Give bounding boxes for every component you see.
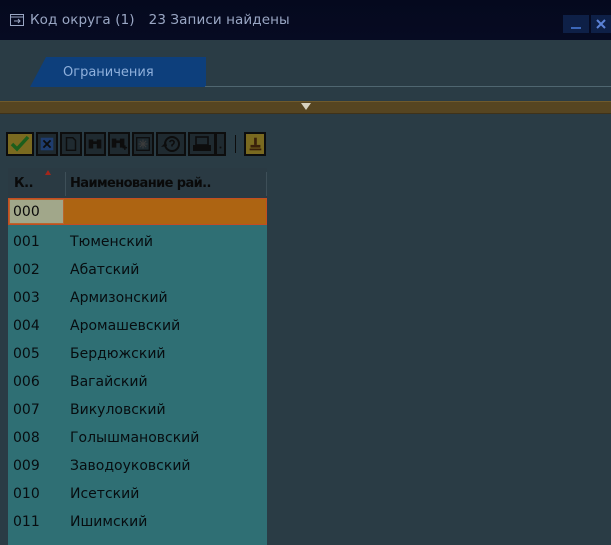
table-row[interactable]: 010 Исетский — [8, 479, 267, 507]
results-table: К.. Наименование рай.. 000 001 Тюменский… — [0, 168, 611, 545]
table-body: 000 001 Тюменский 002 Абатский 003 Армиз… — [8, 198, 267, 545]
row-code: 006 — [13, 374, 40, 390]
close-icon — [596, 19, 606, 29]
row-code: 004 — [13, 318, 40, 334]
adhoc-help-button[interactable] — [244, 132, 266, 156]
row-name: Тюменский — [70, 234, 154, 250]
row-code: 009 — [13, 458, 40, 474]
table-row[interactable]: 005 Бердюжский — [8, 339, 267, 367]
multiple-selection-button[interactable] — [132, 132, 154, 156]
multiple-selection-icon — [136, 137, 150, 151]
print-options-button[interactable] — [216, 132, 226, 156]
find-next-icon — [111, 138, 128, 150]
minimize-button[interactable] — [563, 15, 589, 33]
table-row[interactable]: 002 Абатский — [8, 255, 267, 283]
row-code: 005 — [13, 346, 40, 362]
sort-ascending-icon — [45, 170, 51, 175]
collapse-bar — [0, 98, 611, 120]
records-found-text: 23 Записи найдены — [148, 12, 290, 28]
row-code: 007 — [13, 402, 40, 418]
row-code: 011 — [13, 514, 40, 530]
row-name: Викуловский — [70, 402, 166, 418]
window-title: Код округа (1) 23 Записи найдены — [30, 12, 290, 28]
table-row[interactable]: 007 Викуловский — [8, 395, 267, 423]
minimize-icon — [571, 27, 581, 29]
print-dropdown-icon — [219, 146, 222, 149]
tab-restrictions-label: Ограничения — [63, 64, 154, 80]
table-row[interactable]: 008 Голышмановский — [8, 423, 267, 451]
help-icon — [161, 136, 180, 152]
collapse-arrow-icon — [301, 103, 311, 110]
toolbar-separator — [235, 135, 236, 153]
row-code: 003 — [13, 290, 40, 306]
find-icon — [88, 139, 102, 149]
column-resize-handle[interactable] — [65, 172, 66, 196]
toolbar — [0, 120, 611, 168]
title-bar: Код округа (1) 23 Записи найдены — [0, 0, 611, 40]
row-name: Бердюжский — [70, 346, 166, 362]
row-code: 010 — [13, 486, 40, 502]
table-row[interactable]: 011 Ишимский — [8, 507, 267, 535]
find-next-button[interactable] — [108, 132, 130, 156]
tab-strip: Ограничения — [0, 40, 611, 98]
adhoc-help-icon — [249, 137, 262, 151]
print-button[interactable] — [188, 132, 216, 156]
table-row[interactable]: 006 Вагайский — [8, 367, 267, 395]
close-button[interactable] — [591, 15, 611, 33]
column-header-name[interactable]: Наименование рай.. — [70, 176, 211, 191]
table-row[interactable]: 001 Тюменский — [8, 227, 267, 255]
continue-button[interactable] — [6, 132, 34, 156]
row-code: 008 — [13, 430, 40, 446]
table-row[interactable]: 003 Армизонский — [8, 283, 267, 311]
row-name: Исетский — [70, 486, 140, 502]
window-title-text: Код округа (1) — [30, 12, 135, 28]
row-code: 002 — [13, 262, 40, 278]
table-row[interactable]: 000 — [8, 198, 267, 225]
row-name: Ишимский — [70, 514, 148, 530]
tab-restrictions[interactable]: Ограничения — [30, 57, 206, 87]
table-row[interactable]: 004 Аромашевский — [8, 311, 267, 339]
column-resize-handle[interactable] — [266, 172, 267, 196]
help-button[interactable] — [156, 132, 186, 156]
row-code: 001 — [13, 234, 40, 250]
tab-divider — [205, 86, 611, 87]
row-name: Абатский — [70, 262, 140, 278]
cancel-icon — [40, 137, 54, 151]
row-name: Армизонский — [70, 290, 168, 306]
new-document-icon — [65, 136, 77, 152]
column-header-code[interactable]: К.. — [14, 176, 34, 191]
row-name: Заводоуковский — [70, 458, 191, 474]
table-row[interactable]: 009 Заводоуковский — [8, 451, 267, 479]
new-entry-button[interactable] — [60, 132, 82, 156]
find-button[interactable] — [84, 132, 106, 156]
print-icon — [193, 136, 211, 151]
window-icon — [10, 14, 24, 26]
row-name: Вагайский — [70, 374, 148, 390]
cancel-button[interactable] — [36, 132, 58, 156]
row-code: 000 — [13, 204, 40, 220]
check-icon — [10, 135, 30, 152]
row-name: Аромашевский — [70, 318, 181, 334]
table-header: К.. Наименование рай.. — [8, 168, 267, 199]
row-name: Голышмановский — [70, 430, 200, 446]
